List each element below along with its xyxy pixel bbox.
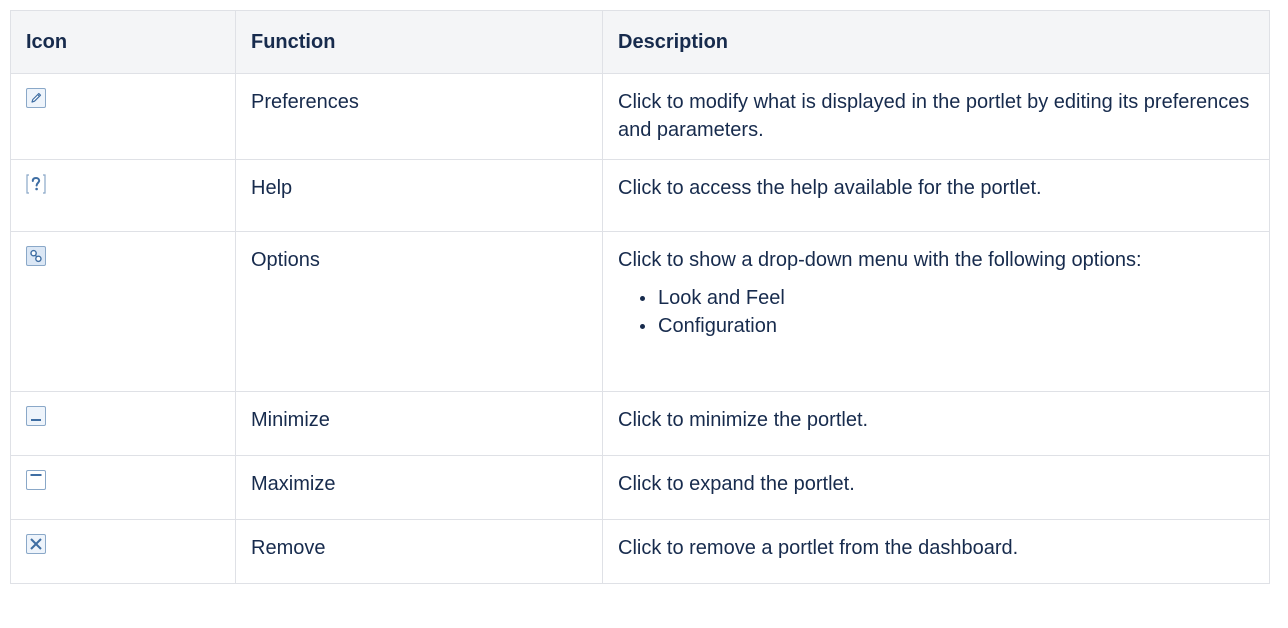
description-cell: Click to remove a portlet from the dashb… — [602, 519, 1270, 584]
remove-x-icon — [26, 534, 46, 554]
description-cell: Click to show a drop-down menu with the … — [602, 231, 1270, 392]
header-icon: Icon — [10, 10, 236, 74]
options-list: Look and Feel Configuration — [618, 284, 1254, 340]
table-row: Options Click to show a drop-down menu w… — [10, 231, 1270, 392]
maximize-icon — [26, 470, 46, 490]
description-text: Click to show a drop-down menu with the … — [618, 249, 1142, 271]
table-header-row: Icon Function Description — [10, 10, 1270, 74]
icon-cell — [10, 391, 236, 456]
minimize-icon — [26, 406, 46, 426]
header-description: Description — [602, 10, 1270, 74]
function-cell: Maximize — [235, 455, 603, 520]
function-cell: Help — [235, 159, 603, 232]
icon-cell — [10, 519, 236, 584]
table-row: Help Click to access the help available … — [10, 159, 1270, 232]
description-cell: Click to minimize the portlet. — [602, 391, 1270, 456]
question-mark-icon — [26, 174, 46, 194]
function-cell: Options — [235, 231, 603, 392]
icon-cell — [10, 231, 236, 392]
options-gear-icon — [26, 246, 46, 266]
icon-cell — [10, 159, 236, 232]
description-cell: Click to expand the portlet. — [602, 455, 1270, 520]
table-row: Maximize Click to expand the portlet. — [10, 455, 1270, 520]
function-cell: Minimize — [235, 391, 603, 456]
description-cell: Click to modify what is displayed in the… — [602, 73, 1270, 160]
function-cell: Remove — [235, 519, 603, 584]
table-row: Remove Click to remove a portlet from th… — [10, 519, 1270, 584]
portlet-icons-table: Icon Function Description Preferences Cl… — [10, 10, 1270, 584]
icon-cell — [10, 455, 236, 520]
icon-cell — [10, 73, 236, 160]
table-row: Minimize Click to minimize the portlet. — [10, 391, 1270, 456]
list-item: Look and Feel — [640, 284, 1254, 312]
table-row: Preferences Click to modify what is disp… — [10, 73, 1270, 160]
pencil-icon — [26, 88, 46, 108]
function-cell: Preferences — [235, 73, 603, 160]
list-item: Configuration — [640, 312, 1254, 340]
page: Icon Function Description Preferences Cl… — [0, 0, 1288, 584]
description-cell: Click to access the help available for t… — [602, 159, 1270, 232]
header-function: Function — [235, 10, 603, 74]
